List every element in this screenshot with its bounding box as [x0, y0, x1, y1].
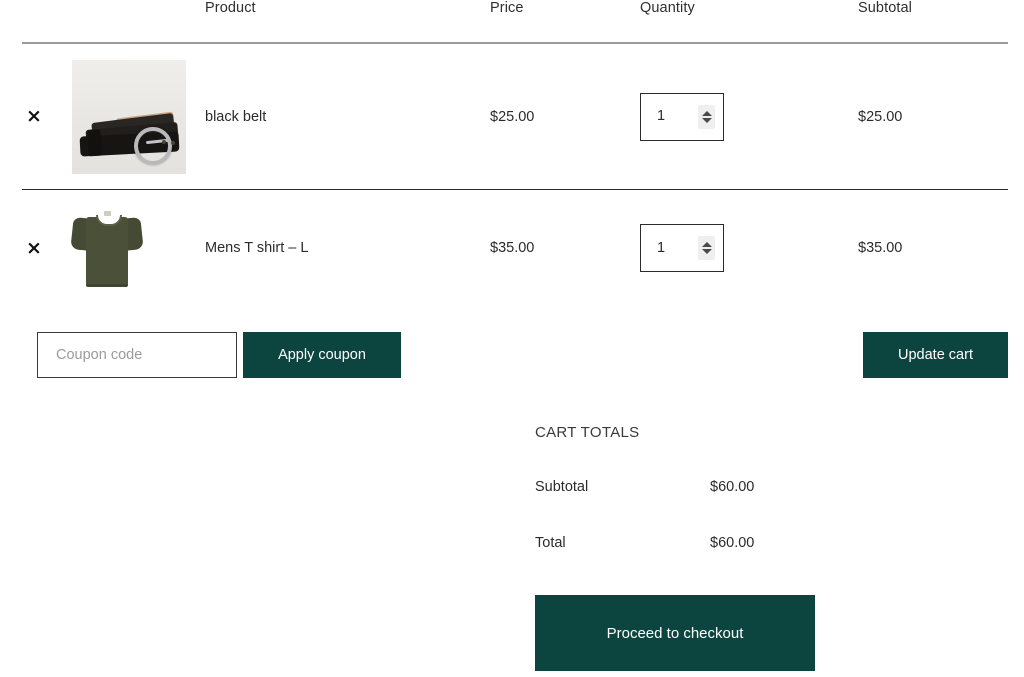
chevron-down-icon[interactable]	[701, 117, 712, 123]
remove-cell: ×	[22, 43, 72, 190]
totals-value-subtotal: $60.00	[710, 479, 755, 495]
table-row: × black belt $25.00 1 $25.00	[22, 43, 1008, 190]
column-header-thumbnail	[72, 0, 205, 43]
cart-totals-title: CART TOTALS	[535, 424, 640, 441]
product-price: $25.00	[490, 108, 535, 125]
cart-table-header-row: Product Price Quantity Subtotal	[22, 0, 1008, 43]
quantity-spinner-icon[interactable]	[698, 236, 715, 260]
totals-value-total: $60.00	[710, 535, 755, 551]
shirt-body-shape	[86, 217, 128, 285]
coupon-code-input[interactable]	[37, 332, 237, 378]
totals-row-total: Total $60.00	[535, 535, 815, 551]
chevron-up-icon[interactable]	[701, 242, 712, 247]
quantity-value[interactable]: 1	[657, 109, 665, 124]
belt-hole-shape	[162, 139, 166, 144]
product-name[interactable]: black belt	[205, 43, 490, 190]
chevron-down-icon[interactable]	[701, 249, 712, 254]
chevron-up-icon[interactable]	[701, 110, 712, 116]
quantity-spinner-icon[interactable]	[698, 104, 715, 129]
thumbnail-cell	[70, 190, 205, 307]
cart-table-head: Product Price Quantity Subtotal	[22, 0, 1008, 43]
mens-t-shirt-thumbnail[interactable]	[70, 209, 144, 287]
cart-items-table: Product Price Quantity Subtotal × black …	[22, 0, 1008, 306]
remove-item-icon[interactable]: ×	[22, 237, 46, 260]
column-header-quantity: Quantity	[640, 0, 695, 16]
column-header-subtotal: Subtotal	[858, 0, 913, 16]
apply-coupon-button[interactable]: Apply coupon	[243, 332, 401, 378]
column-header-remove	[22, 0, 72, 43]
product-price: $35.00	[490, 240, 535, 256]
product-subtotal: $25.00	[858, 108, 903, 125]
product-name[interactable]: Mens T shirt – L	[205, 190, 490, 307]
proceed-to-checkout-button[interactable]: Proceed to checkout	[535, 595, 815, 671]
belt-loop-shape	[87, 129, 102, 156]
quantity-stepper[interactable]: 1	[640, 92, 724, 141]
coupon-row: Apply coupon	[37, 332, 401, 378]
update-cart-button[interactable]: Update cart	[863, 332, 1008, 378]
thumbnail-cell	[72, 43, 205, 190]
product-subtotal: $35.00	[858, 240, 903, 256]
totals-label-subtotal: Subtotal	[535, 479, 589, 495]
totals-row-subtotal: Subtotal $60.00	[535, 479, 815, 495]
remove-item-icon[interactable]: ×	[22, 105, 46, 128]
totals-label-total: Total	[535, 535, 566, 551]
column-header-product: Product	[205, 0, 256, 16]
shopping-cart-page: Product Price Quantity Subtotal × black …	[0, 0, 1024, 677]
quantity-cell: 1	[640, 190, 858, 307]
quantity-cell: 1	[640, 43, 858, 190]
cart-table-body: × black belt $25.00 1 $25.00 × Mens T sh…	[22, 43, 1008, 306]
column-header-price: Price	[490, 0, 524, 16]
shirt-tag-shape	[104, 211, 111, 216]
cart-totals-panel: CART TOTALS Subtotal $60.00 Total $60.00	[535, 424, 815, 591]
belt-hole-shape	[171, 140, 175, 145]
black-belt-thumbnail[interactable]	[72, 59, 186, 174]
shirt-hem-shape	[86, 284, 128, 287]
remove-cell: ×	[22, 190, 72, 307]
table-row: × Mens T shirt – L $35.00 1 $35.00	[22, 190, 1008, 307]
quantity-value[interactable]: 1	[657, 241, 665, 256]
quantity-stepper[interactable]: 1	[640, 224, 724, 272]
